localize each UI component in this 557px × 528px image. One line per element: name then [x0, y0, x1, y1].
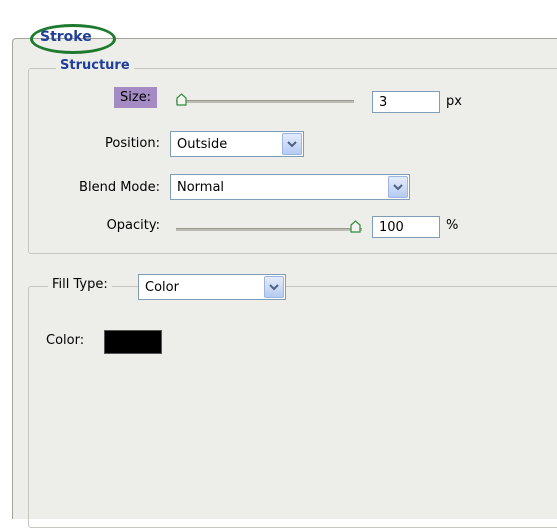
panel-title-text: Stroke — [40, 29, 92, 45]
color-label: Color: — [46, 333, 85, 348]
chevron-down-icon[interactable] — [388, 176, 408, 198]
size-slider-thumb[interactable] — [176, 93, 187, 106]
size-label: Size: — [114, 87, 158, 108]
blend-mode-value: Normal — [177, 180, 225, 195]
opacity-input[interactable]: 100 — [372, 216, 440, 238]
structure-legend: Structure — [56, 58, 134, 73]
size-unit: px — [446, 94, 462, 109]
opacity-label: Opacity: — [106, 218, 160, 233]
fill-type-label: Fill Type: — [48, 277, 112, 292]
color-swatch[interactable] — [104, 330, 162, 354]
size-value: 3 — [379, 95, 388, 110]
blend-mode-select[interactable]: Normal — [170, 174, 410, 200]
panel-title: Stroke — [30, 22, 120, 58]
fill-type-group — [28, 286, 557, 528]
position-value: Outside — [177, 137, 228, 152]
opacity-value: 100 — [379, 220, 404, 235]
opacity-slider-thumb[interactable] — [350, 220, 361, 233]
fill-type-select[interactable]: Color — [138, 274, 286, 300]
opacity-slider-track[interactable] — [176, 228, 362, 231]
position-label: Position: — [105, 136, 160, 151]
size-slider-track[interactable] — [176, 100, 354, 103]
fill-type-value: Color — [145, 280, 179, 295]
position-select[interactable]: Outside — [170, 131, 304, 157]
chevron-down-icon[interactable] — [282, 133, 302, 155]
chevron-down-icon[interactable] — [264, 276, 284, 298]
opacity-unit: % — [446, 218, 459, 233]
blend-mode-label: Blend Mode: — [79, 180, 160, 195]
size-input[interactable]: 3 — [372, 91, 440, 113]
